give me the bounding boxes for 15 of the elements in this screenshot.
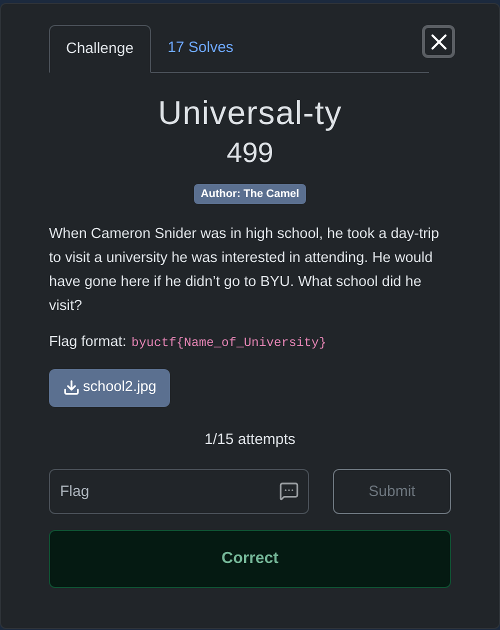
- challenge-title: Universal-ty: [158, 92, 342, 132]
- flag-format-code: byuctf{Name_of_University}: [131, 335, 326, 352]
- flag-field[interactable]: Flag: [49, 469, 309, 514]
- close-button[interactable]: [422, 25, 455, 58]
- file-download-button[interactable]: school2.jpg: [49, 368, 170, 407]
- author-badge: Author: The Camel: [194, 184, 306, 204]
- attempts-count: 1/15 attempts: [204, 430, 296, 450]
- download-icon: [63, 379, 80, 396]
- flag-format-label: Flag format:: [49, 333, 126, 352]
- tab[interactable]: 17 Solves: [150, 25, 250, 72]
- challenge-points: 499: [226, 136, 274, 170]
- tab[interactable]: Challenge: [49, 25, 151, 72]
- result-message: Correct: [49, 530, 451, 588]
- challenge-description: When Cameron Snider was in high school, he took a day-trip to visit a university he was interested in attending. He would have gone here if he didn’t go to BYU. What school did he visit?: [49, 225, 440, 316]
- chat-bubble-icon: [279, 481, 299, 502]
